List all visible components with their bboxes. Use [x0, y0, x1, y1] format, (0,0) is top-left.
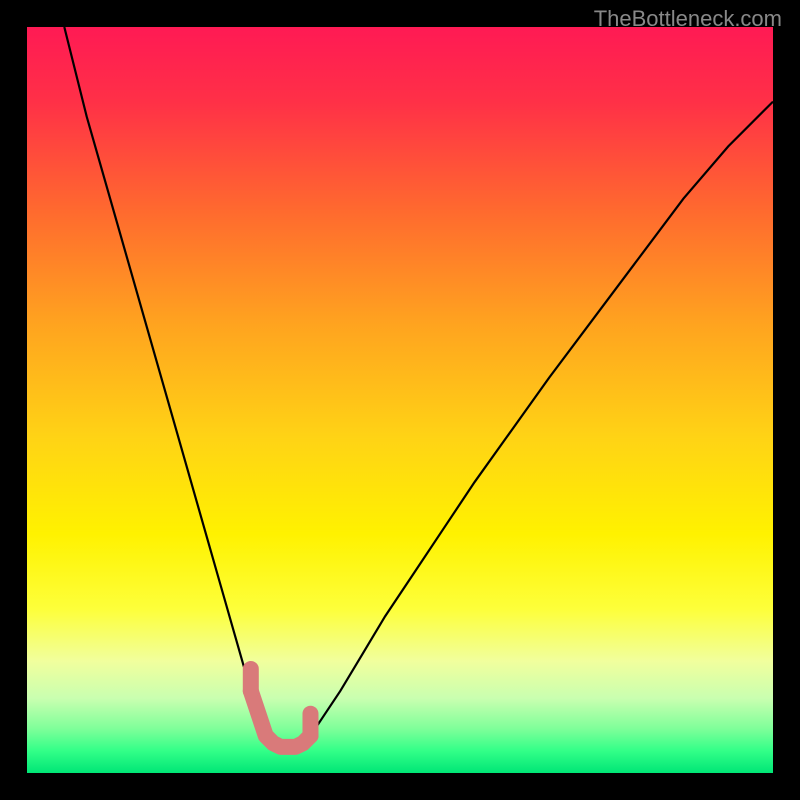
watermark-text: TheBottleneck.com: [594, 6, 782, 32]
bottleneck-chart: [27, 27, 773, 773]
gradient-background: [27, 27, 773, 773]
chart-frame: [27, 27, 773, 773]
